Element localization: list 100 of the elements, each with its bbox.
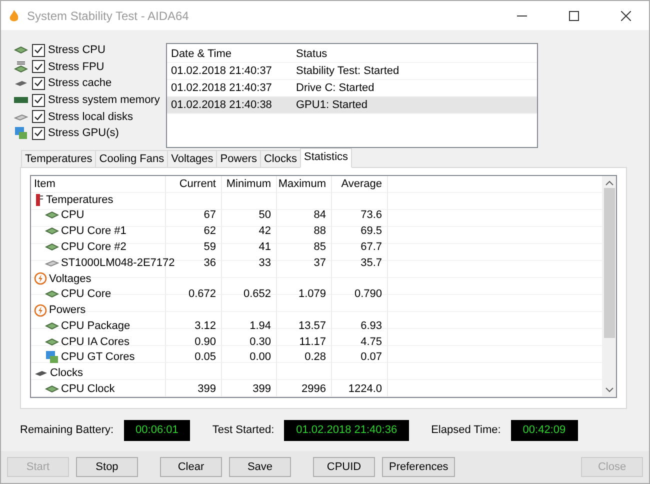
checkbox-label: Stress GPU(s) [48, 127, 119, 140]
checkbox[interactable] [32, 60, 45, 74]
value-cell: 0.672 [188, 288, 216, 300]
action-button[interactable]: CPUID [313, 457, 375, 477]
close-icon[interactable] [621, 10, 631, 20]
status-label: Test Started: [212, 424, 274, 436]
checkbox[interactable] [32, 126, 45, 140]
scrollbar[interactable] [602, 176, 616, 397]
value-cell: 1.079 [298, 288, 326, 300]
checkbox-label: Stress cache [48, 77, 112, 90]
checkbox[interactable] [32, 110, 45, 124]
value-cell: 13.57 [298, 320, 326, 332]
log-row[interactable]: 01.02.2018 21:40:38 GPU1: Started [167, 97, 537, 114]
chip-icon [45, 385, 59, 394]
value-cell: 59 [204, 241, 216, 254]
chip-icon [45, 338, 59, 346]
time-display: 00:42:09 [510, 420, 578, 440]
gpu-icon [45, 350, 59, 364]
item-label: CPU Package [61, 320, 130, 332]
checkbox-label: Stress FPU [48, 60, 104, 73]
value-cell: 399 [252, 383, 271, 396]
action-button[interactable]: Stop [76, 457, 138, 477]
value-cell: 73.6 [360, 209, 382, 222]
column-header: Current [178, 176, 217, 192]
group-label: Powers [49, 304, 86, 316]
column-header: Minimum [225, 176, 272, 192]
item-label: ST1000LM048-2E7172 [61, 256, 175, 269]
value-cell: 62 [204, 225, 216, 238]
cache-icon [14, 79, 28, 88]
value-cell: 0.07 [360, 351, 382, 364]
log-cell-text: 01.02.2018 21:40:38 [170, 99, 273, 111]
value-cell: 84 [314, 209, 326, 222]
value-cell: 2996 [302, 383, 326, 396]
chip-icon [45, 227, 59, 236]
group-label: Voltages [49, 272, 92, 285]
maximize-icon[interactable] [569, 10, 579, 20]
chip-icon [45, 243, 59, 252]
value-cell: 37 [314, 256, 326, 269]
time-display: 00:06:01 [124, 420, 190, 440]
tab[interactable]: Statistics [300, 148, 352, 168]
chip-icon [14, 46, 28, 54]
log-cell-text: 01.02.2018 21:40:37 [170, 82, 273, 94]
checkbox-label: Stress CPU [48, 44, 106, 56]
item-label: CPU Core #2 [61, 241, 126, 254]
log-cell-text: 01.02.2018 21:40:37 [170, 65, 273, 77]
value-cell: 0.05 [194, 351, 216, 364]
column-header: Average [340, 176, 383, 192]
log-row[interactable]: 01.02.2018 21:40:37 Stability Test: Started [167, 63, 537, 80]
action-button[interactable]: Preferences [382, 457, 456, 477]
value-cell: 3.12 [194, 320, 216, 332]
window-title: System Stability Test - AIDA64 [27, 8, 190, 22]
value-cell: 69.5 [360, 225, 382, 238]
item-label: CPU IA Cores [61, 336, 130, 348]
scroll-down-icon[interactable] [604, 387, 614, 393]
value-cell: 1224.0 [348, 383, 382, 396]
value-cell: 88 [314, 225, 326, 238]
item-label: CPU Clock [61, 383, 115, 396]
value-cell: 50 [258, 209, 271, 222]
value-cell: 67.7 [360, 241, 382, 254]
log-cell-text: Stability Test: Started [295, 65, 400, 77]
value-cell: 42 [258, 225, 271, 238]
item-label: CPU GT Cores [61, 351, 135, 364]
status-label: Remaining Battery: [20, 424, 114, 436]
scroll-up-icon[interactable] [604, 180, 614, 186]
value-cell: 67 [204, 209, 216, 222]
value-cell: 33 [258, 256, 271, 269]
value-cell: 11.17 [299, 336, 326, 348]
checkbox[interactable] [32, 44, 45, 57]
value-cell: 0.90 [194, 336, 216, 348]
action-button[interactable]: Clear [160, 457, 222, 477]
checkbox[interactable] [32, 76, 45, 90]
value-cell: 36 [204, 256, 216, 269]
log-cell-text: Drive C: Started [295, 82, 376, 94]
status-label: Elapsed Time: [431, 424, 501, 436]
tab[interactable]: Temperatures [21, 150, 96, 168]
lightning-icon [34, 304, 47, 317]
action-button[interactable]: Save [229, 457, 291, 477]
checkbox[interactable] [32, 94, 45, 107]
column-header: Maximum [277, 176, 327, 192]
item-label: CPU Core #1 [61, 225, 126, 238]
chip-icon [45, 322, 59, 330]
item-label: CPU Core [61, 288, 112, 300]
chip-icon [45, 290, 59, 298]
column-header: Item [33, 176, 56, 192]
thermometer-icon [34, 192, 44, 207]
value-cell: 0.790 [354, 288, 382, 300]
time-display: 01.02.2018 21:40:36 [284, 420, 410, 440]
item-label: CPU [61, 209, 84, 222]
log-cell-text: GPU1: Started [295, 99, 369, 111]
value-cell: 35.7 [360, 256, 382, 269]
checkbox-label: Stress local disks [48, 110, 133, 123]
value-cell: 6.93 [360, 320, 382, 332]
value-cell: 85 [314, 241, 326, 254]
value-cell: 0.28 [304, 351, 326, 364]
value-cell: 0.00 [250, 351, 271, 364]
column-header: Date & Time [170, 48, 233, 60]
chip-icon [45, 211, 59, 220]
chip-icon [14, 60, 28, 73]
value-cell: 1.94 [250, 320, 271, 332]
value-cell: 41 [258, 241, 271, 254]
